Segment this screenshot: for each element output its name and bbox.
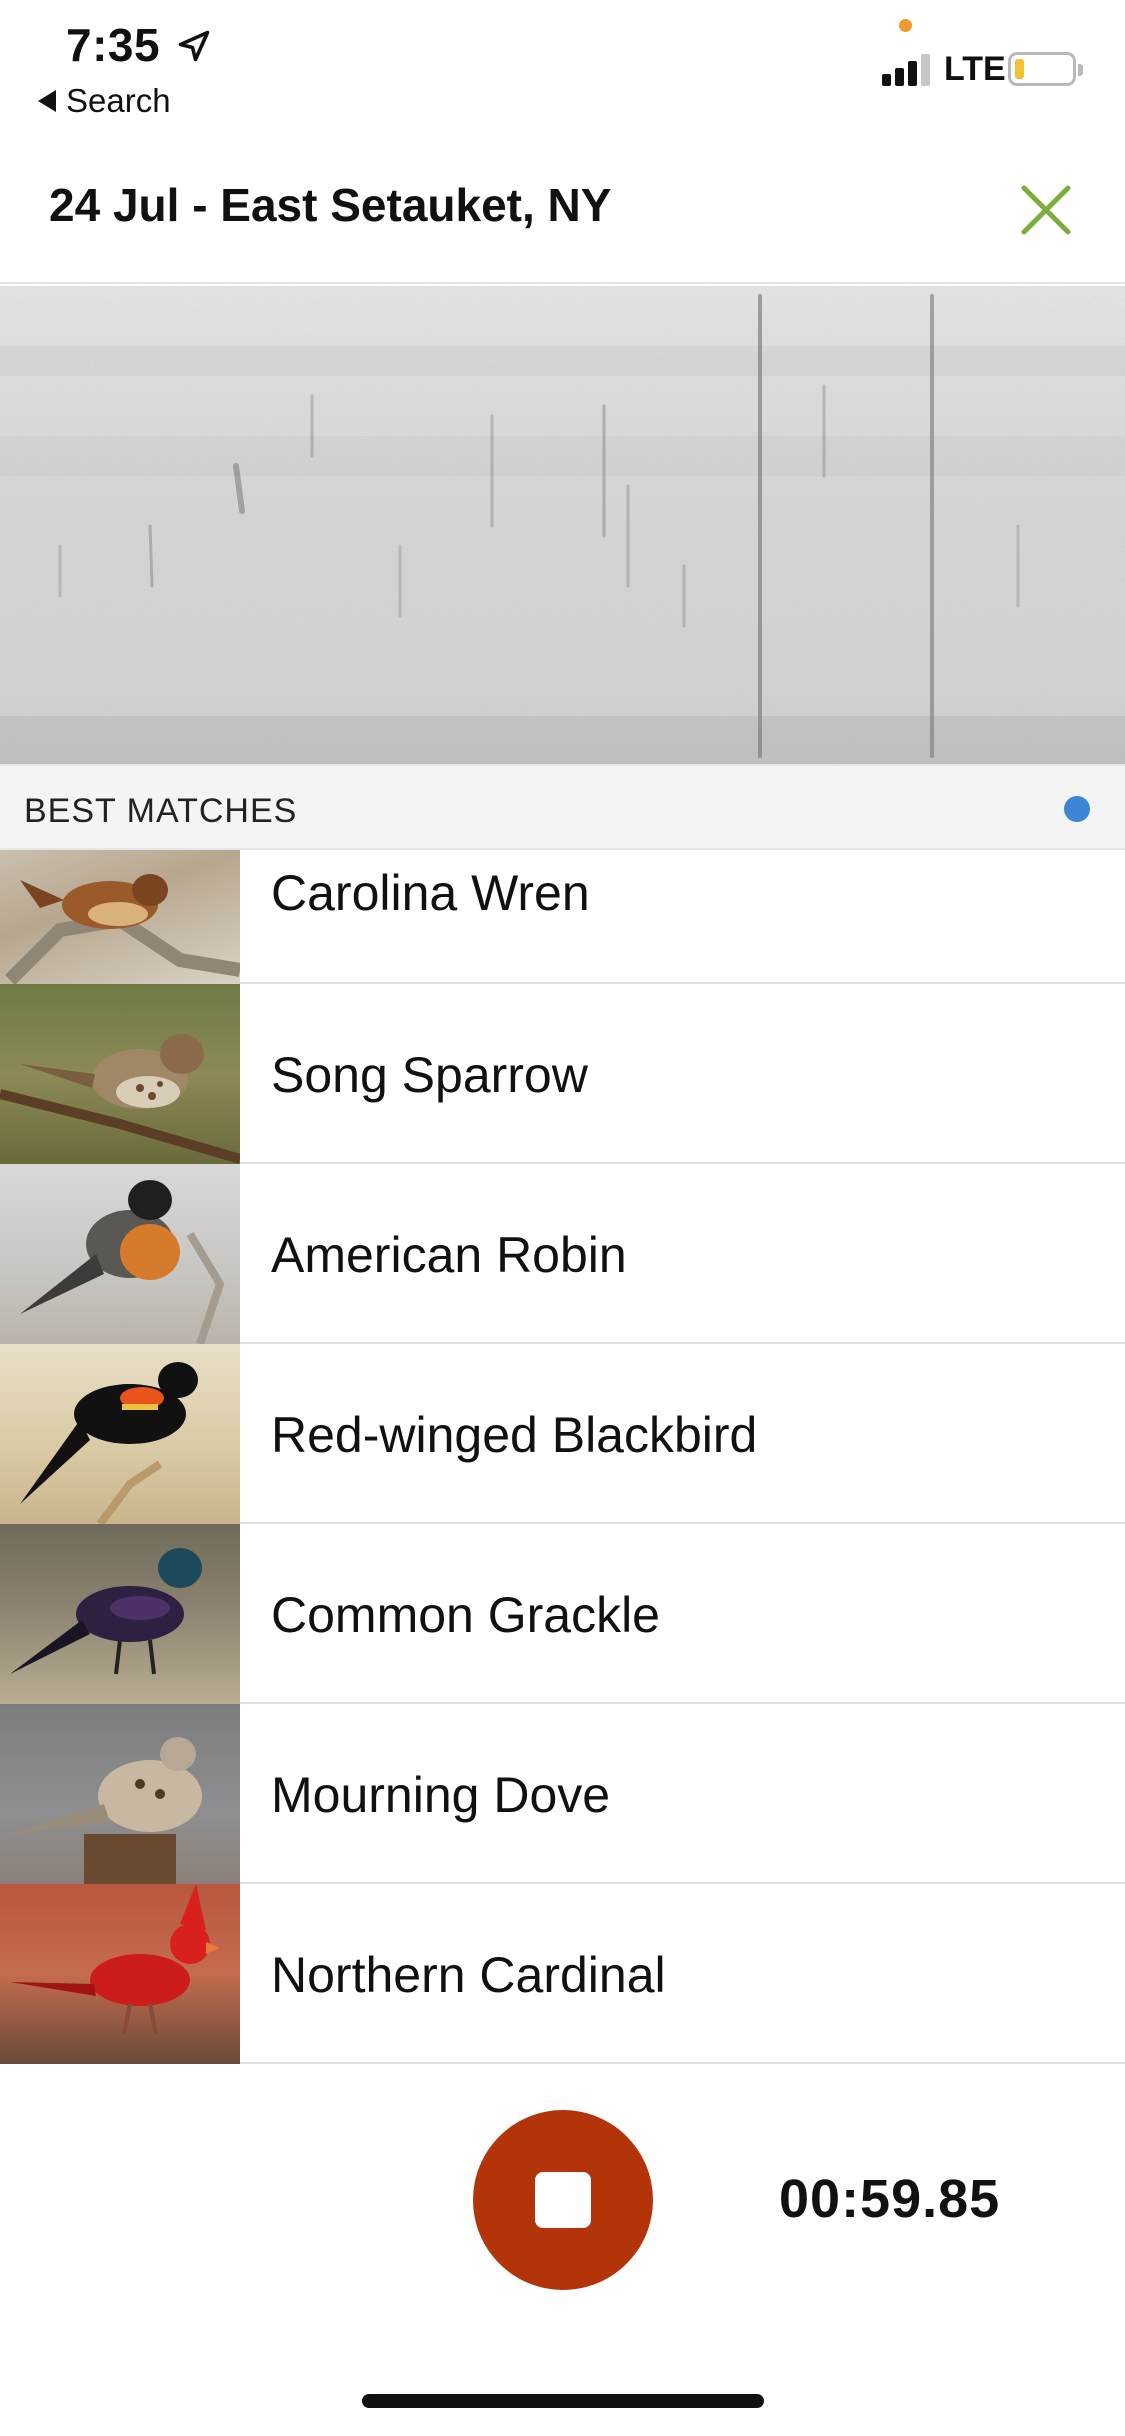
bird-name: Common Grackle: [271, 1587, 660, 1643]
list-item[interactable]: Northern Cardinal: [0, 1884, 1125, 2064]
bird-thumbnail: [0, 850, 240, 984]
bird-thumbnail: [0, 1164, 240, 1344]
bird-thumbnail: [0, 1524, 240, 1704]
signal-icon: [882, 52, 934, 86]
bird-name: Red-winged Blackbird: [271, 1407, 758, 1463]
status-time: 7:35: [66, 19, 161, 71]
list-item[interactable]: American Robin: [0, 1164, 1125, 1344]
bird-thumbnail: [0, 1884, 240, 2064]
back-to-search-link[interactable]: Search: [38, 82, 171, 120]
home-indicator[interactable]: [362, 2394, 764, 2408]
bird-name: Northern Cardinal: [271, 1947, 666, 2003]
bird-thumbnail: [0, 1344, 240, 1524]
list-item[interactable]: Mourning Dove: [0, 1704, 1125, 1884]
microphone-in-use-indicator: [899, 19, 912, 32]
recording-timer: 00:59.85: [779, 2169, 1001, 2229]
best-matches-header: BEST MATCHES: [0, 764, 1125, 850]
location-arrow-icon: [178, 30, 210, 62]
bird-name: Mourning Dove: [271, 1767, 611, 1823]
bird-name: Carolina Wren: [271, 865, 590, 921]
section-title: BEST MATCHES: [24, 792, 298, 830]
network-type: LTE: [944, 50, 1006, 88]
list-item[interactable]: Red-winged Blackbird: [0, 1344, 1125, 1524]
stop-icon: [535, 2172, 591, 2228]
close-icon[interactable]: [1016, 180, 1076, 240]
bird-name: American Robin: [271, 1227, 627, 1283]
status-bar: 7:35 Search LTE: [0, 0, 1125, 140]
list-item[interactable]: Common Grackle: [0, 1524, 1125, 1704]
stop-recording-button[interactable]: [473, 2110, 653, 2290]
bird-thumbnail: [0, 984, 240, 1164]
live-indicator: [1064, 796, 1090, 822]
spectrogram: [0, 286, 1125, 764]
list-item[interactable]: Song Sparrow: [0, 984, 1125, 1164]
page-title: 24 Jul - East Setauket, NY: [49, 179, 612, 231]
bird-thumbnail: [0, 1704, 240, 1884]
back-arrow-icon: [38, 90, 56, 112]
list-item[interactable]: Carolina Wren: [0, 850, 1125, 984]
recording-header: 24 Jul - East Setauket, NY: [0, 140, 1125, 284]
battery-icon: [1008, 52, 1083, 86]
back-link-label: Search: [66, 82, 171, 119]
bird-name: Song Sparrow: [271, 1047, 588, 1103]
